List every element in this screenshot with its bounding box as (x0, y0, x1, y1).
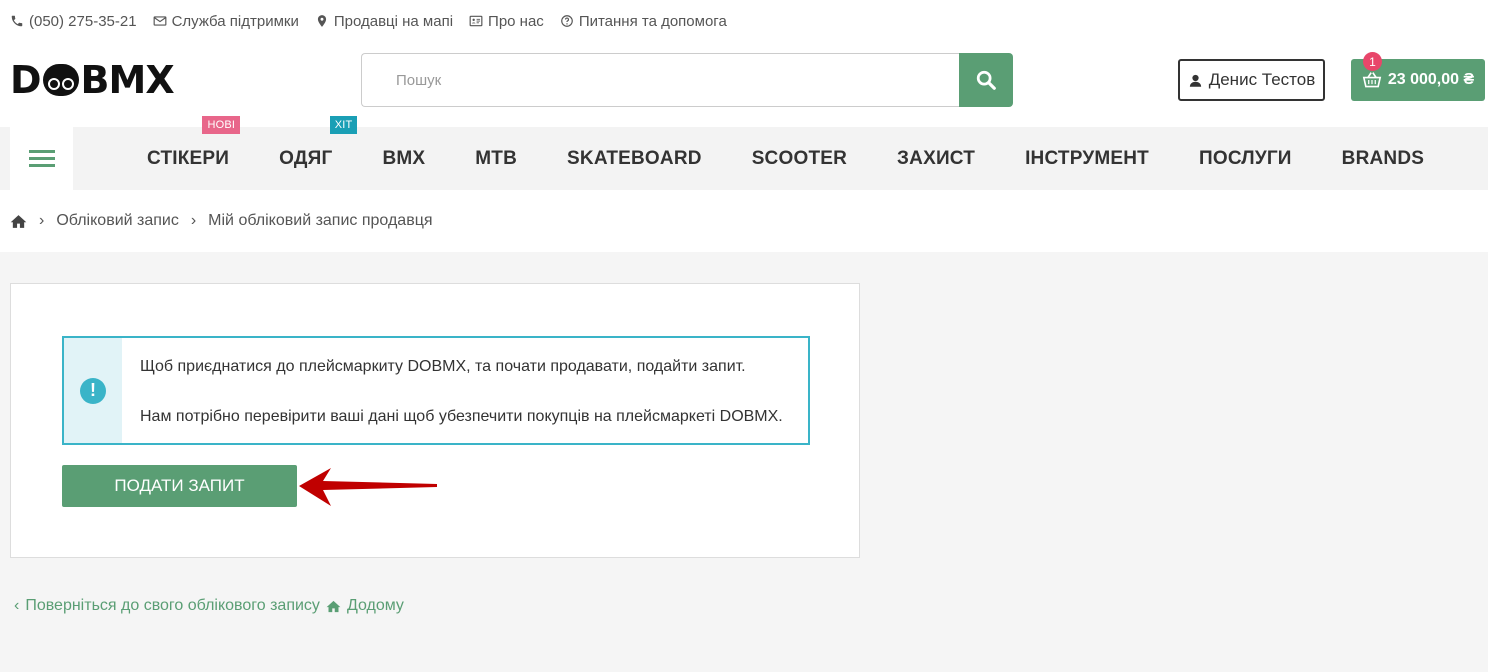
breadcrumb-chevron-icon: › (39, 212, 45, 229)
support-label: Служба підтримки (171, 12, 299, 30)
nav-item-label: ЗАХИСТ (897, 147, 976, 169)
mail-icon (153, 16, 166, 26)
sellers-map-label: Продавці на мапі (333, 12, 454, 30)
logo-text-end: BMX (80, 58, 175, 102)
nav-item-label: СТІКЕРИ (147, 147, 230, 169)
back-to-account-label: Поверніться до свого облікового запису (25, 597, 320, 614)
map-pin-icon (317, 15, 326, 27)
nav-item-scooter[interactable]: SCOOTER (727, 148, 872, 170)
question-circle-icon (560, 15, 573, 27)
home-icon (326, 600, 341, 612)
nav-item-label: ІНСТРУМЕНТ (1025, 147, 1149, 169)
seller-request-panel: ! Щоб приєднатися до плейсмаркиту DOBMX,… (10, 283, 860, 558)
search-input[interactable] (361, 53, 959, 107)
nav-item-label: SCOOTER (751, 147, 848, 169)
nav-item-label: BRANDS (1341, 147, 1425, 169)
phone-number: (050) 275-35-21 (29, 12, 137, 30)
info-alert: ! Щоб приєднатися до плейсмаркиту DOBMX,… (62, 336, 810, 445)
exclamation-icon: ! (80, 377, 106, 404)
nav-item-bmx[interactable]: BMX (357, 148, 450, 170)
cart-button[interactable]: 1 23 000,00 ₴ (1351, 52, 1485, 101)
faq-label: Питання та допомога (578, 12, 727, 30)
basket-icon (1362, 72, 1382, 88)
nav-item-brands[interactable]: BRANDS (1317, 148, 1449, 170)
nav-item-skateboard[interactable]: SKATEBOARD (542, 148, 727, 170)
user-icon (1189, 74, 1201, 87)
user-account-button[interactable]: Денис Тестов (1178, 59, 1325, 101)
breadcrumb-chevron-icon: › (190, 212, 197, 229)
user-name: Денис Тестов (1208, 70, 1316, 89)
home-icon[interactable] (10, 214, 27, 229)
logo-bike-icon (42, 64, 79, 96)
about-label: Про нас (488, 12, 544, 30)
back-to-account-link[interactable]: ‹ Поверніться до свого облікового запису (14, 597, 320, 615)
nav-item-label: ПОСЛУГИ (1199, 147, 1292, 169)
nav-item-mtb[interactable]: MTB (450, 148, 542, 170)
about-link[interactable]: Про нас (469, 13, 544, 30)
alert-icon-box: ! (64, 338, 122, 443)
menu-toggle-icon[interactable] (10, 127, 73, 190)
id-card-icon (469, 15, 483, 27)
phone-icon (11, 15, 23, 27)
nav-items: СТІКЕРИ НОВІ ОДЯГ ХІТ BMX MTB SKATEBOARD… (122, 115, 1449, 190)
search-button[interactable] (959, 53, 1013, 107)
top-bar: (050) 275-35-21 Служба підтримки Продавц… (0, 0, 1488, 42)
nav-item-services[interactable]: ПОСЛУГИ (1174, 148, 1317, 170)
sellers-map-link[interactable]: Продавці на мапі (315, 13, 453, 30)
alert-text: Щоб приєднатися до плейсмаркиту DOBMX, т… (122, 338, 801, 443)
account-footer-links: ‹ Поверніться до свого облікового запису… (14, 597, 404, 615)
nav-item-protection[interactable]: ЗАХИСТ (872, 148, 1000, 170)
main-nav: СТІКЕРИ НОВІ ОДЯГ ХІТ BMX MTB SKATEBOARD… (0, 115, 1488, 190)
nav-item-label: SKATEBOARD (567, 147, 702, 169)
header: D BMX Денис Тестов 1 23 000,00 ₴ (0, 42, 1488, 127)
red-arrow-icon (299, 468, 437, 506)
cart-count-badge: 1 (1363, 52, 1382, 71)
nav-item-label: ОДЯГ (279, 147, 333, 169)
nav-item-stickers[interactable]: СТІКЕРИ НОВІ (122, 115, 254, 170)
hit-tag-badge: ХІТ (329, 115, 358, 134)
cart-total: 23 000,00 ₴ (1387, 71, 1475, 88)
alert-line: Нам потрібно перевірити ваші дані щоб уб… (140, 408, 783, 425)
breadcrumb: › Обліковий запис › Мій обліковий запис … (0, 190, 1488, 252)
nav-item-tools[interactable]: ІНСТРУМЕНТ (1000, 148, 1174, 170)
nav-item-clothing[interactable]: ОДЯГ ХІТ (254, 115, 358, 170)
site-logo[interactable]: D BMX (10, 56, 175, 104)
chevron-left-icon: ‹ (14, 597, 20, 614)
submit-request-button[interactable]: ПОДАТИ ЗАПИТ (62, 465, 297, 507)
nav-item-label: BMX (382, 147, 426, 169)
home-link-label: Додому (346, 597, 404, 614)
logo-text-start: D (10, 58, 42, 102)
breadcrumb-current: Мій обліковий запис продавця (208, 212, 433, 229)
support-link[interactable]: Служба підтримки (153, 13, 299, 30)
breadcrumb-account-link[interactable]: Обліковий запис (56, 212, 179, 230)
nav-item-label: MTB (475, 147, 518, 169)
alert-line: Щоб приєднатися до плейсмаркиту DOBMX, т… (140, 358, 746, 375)
phone-link[interactable]: (050) 275-35-21 (10, 13, 137, 30)
new-tag-badge: НОВІ (202, 115, 241, 134)
search-bar (361, 53, 1013, 107)
faq-link[interactable]: Питання та допомога (560, 13, 727, 30)
home-link[interactable]: Додому (326, 597, 404, 615)
search-icon (976, 70, 996, 90)
